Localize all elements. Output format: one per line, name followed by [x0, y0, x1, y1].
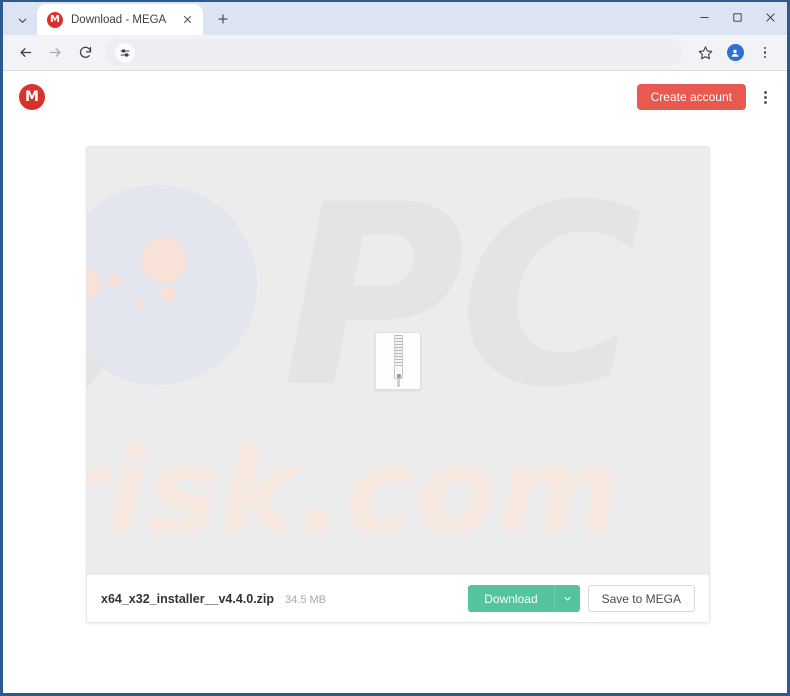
site-header-actions: Create account: [636, 84, 771, 110]
mega-favicon-icon: M: [47, 11, 63, 28]
file-preview-area: PC risk.com: [87, 147, 709, 575]
minimize-icon[interactable]: [688, 2, 721, 33]
three-dot-menu-icon: [764, 90, 767, 104]
favicon-letter: M: [50, 13, 60, 25]
browser-toolbar: [3, 35, 787, 71]
zip-file-icon: [375, 332, 421, 390]
tab-strip: M Download - MEGA: [3, 2, 787, 35]
tab-close-icon[interactable]: [179, 12, 195, 28]
reload-button[interactable]: [71, 39, 99, 67]
mega-logo-letter: M: [25, 89, 39, 105]
file-download-card: PC risk.com x64_x32_installer__v4.4.0.zi…: [86, 146, 710, 623]
tab-search-icon[interactable]: [9, 7, 35, 33]
download-button-group: Download: [468, 585, 580, 612]
close-window-icon[interactable]: [754, 2, 787, 33]
tab-title: Download - MEGA: [71, 13, 167, 26]
save-to-mega-button[interactable]: Save to MEGA: [587, 585, 695, 612]
browser-menu-button[interactable]: [751, 39, 779, 67]
tune-sliders-icon[interactable]: [115, 42, 135, 63]
file-action-bar: x64_x32_installer__v4.4.0.zip 34.5 MB Do…: [87, 575, 709, 622]
site-header: M Create account: [3, 71, 787, 123]
window-controls: [688, 2, 787, 33]
site-menu-button[interactable]: [760, 89, 771, 106]
watermark-risk-text: risk.com: [87, 422, 622, 560]
watermark-pc-text: PC: [282, 151, 643, 442]
three-dot-menu-icon: [763, 46, 767, 59]
file-info: x64_x32_installer__v4.4.0.zip 34.5 MB: [101, 592, 326, 606]
address-bar[interactable]: [105, 39, 683, 66]
browser-tab[interactable]: M Download - MEGA: [37, 4, 203, 35]
mega-logo-icon[interactable]: M: [19, 84, 45, 110]
file-size: 34.5 MB: [285, 593, 327, 606]
maximize-icon[interactable]: [721, 2, 754, 33]
bookmark-star-icon[interactable]: [691, 39, 719, 67]
watermark-magnifier-icon: [87, 185, 287, 431]
new-tab-button[interactable]: [209, 5, 237, 33]
download-dropdown-button[interactable]: [553, 585, 580, 612]
file-actions: Download Save to MEGA: [468, 585, 695, 612]
forward-button[interactable]: [41, 39, 69, 67]
profile-button[interactable]: [721, 39, 749, 67]
profile-avatar-icon: [726, 44, 744, 61]
back-button[interactable]: [11, 39, 39, 67]
page-content: M Create account PC risk.com x64_x32_ins…: [3, 71, 787, 693]
download-button[interactable]: Download: [468, 585, 554, 612]
file-name: x64_x32_installer__v4.4.0.zip: [101, 591, 275, 606]
create-account-button[interactable]: Create account: [636, 84, 746, 110]
browser-window: M Download - MEGA M Create account PC ri…: [0, 0, 790, 696]
